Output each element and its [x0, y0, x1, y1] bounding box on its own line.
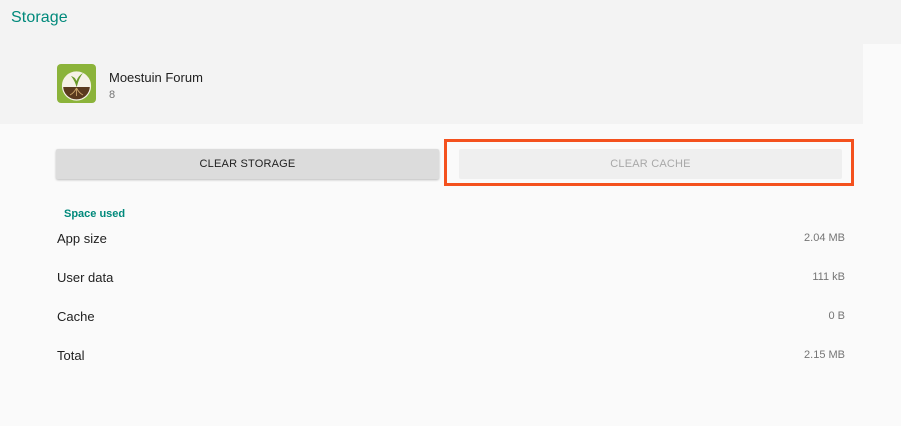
row-value: 111 kB — [812, 271, 845, 283]
row-value: 2.15 MB — [804, 349, 845, 361]
list-item-total: Total 2.15 MB — [57, 348, 845, 368]
header-strip — [863, 0, 901, 44]
row-label: Total — [57, 348, 85, 363]
storage-settings-page: Storage Moestuin Forum 8 CLEAR STORAGE C… — [0, 0, 901, 426]
row-label: User data — [57, 270, 114, 285]
page-title: Storage — [11, 9, 68, 26]
app-header-band — [0, 0, 863, 124]
list-item-cache: Cache 0 B — [57, 309, 845, 329]
clear-cache-button[interactable]: CLEAR CACHE — [459, 149, 842, 179]
row-value: 0 B — [828, 310, 845, 322]
app-version: 8 — [109, 89, 116, 101]
space-used-header: Space used — [64, 208, 126, 220]
list-item-user-data: User data 111 kB — [57, 270, 845, 290]
row-label: App size — [57, 231, 107, 246]
app-name: Moestuin Forum — [109, 70, 203, 85]
row-value: 2.04 MB — [804, 232, 845, 244]
row-label: Cache — [57, 309, 95, 324]
moestuin-forum-app-icon — [57, 64, 96, 103]
clear-storage-button[interactable]: CLEAR STORAGE — [56, 149, 439, 179]
list-item-app-size: App size 2.04 MB — [57, 231, 845, 251]
